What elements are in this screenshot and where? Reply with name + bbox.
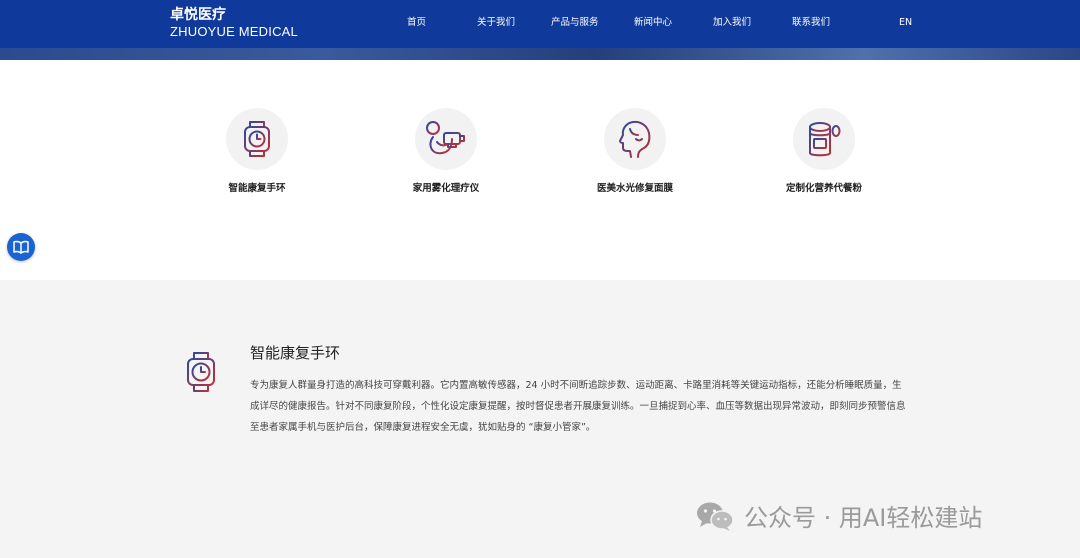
nav-language-en[interactable]: EN — [899, 16, 912, 30]
product-item-nutrition-powder[interactable]: 定制化营养代餐粉 — [754, 108, 894, 194]
watermark-text: 公众号 · 用AI轻松建站 — [744, 504, 983, 532]
nav-join[interactable]: 加入我们 — [713, 16, 751, 30]
product-item-face-mask[interactable]: 医美水光修复面膜 — [565, 108, 705, 194]
header-banner-strip — [0, 48, 1080, 60]
product-item-smart-band[interactable]: 智能康复手环 — [187, 108, 327, 194]
detail-title: 智能康复手环 — [250, 344, 341, 362]
nebulizer-icon — [426, 121, 465, 155]
floating-book-button[interactable] — [7, 233, 35, 261]
product-icon-circle — [415, 108, 477, 170]
logo-chinese: 卓悦医疗 — [170, 7, 226, 23]
product-label: 定制化营养代餐粉 — [785, 183, 862, 194]
face-mask-icon — [619, 120, 651, 158]
nav-home[interactable]: 首页 — [407, 16, 426, 30]
wechat-icon — [697, 502, 734, 531]
nutrition-jar-icon — [809, 122, 841, 157]
nav-bar — [0, 0, 1080, 48]
logo-english: ZHUOYUE MEDICAL — [170, 24, 298, 39]
watch-icon — [187, 352, 215, 392]
product-label: 医美水光修复面膜 — [596, 183, 673, 194]
site-header: 卓悦医疗 ZHUOYUE MEDICAL 首页 关于我们 产品与服务 新闻中心 … — [0, 0, 1080, 60]
product-icon-circle — [793, 108, 855, 170]
site-logo[interactable]: 卓悦医疗 ZHUOYUE MEDICAL — [170, 6, 298, 40]
nav-news[interactable]: 新闻中心 — [634, 16, 672, 30]
product-item-nebulizer[interactable]: 家用雾化理疗仪 — [376, 108, 516, 194]
book-icon — [13, 240, 29, 254]
nav-about[interactable]: 关于我们 — [477, 16, 515, 30]
wechat-watermark: 公众号 · 用AI轻松建站 — [696, 498, 982, 533]
watch-icon — [244, 121, 270, 157]
product-icon-circle — [226, 108, 288, 170]
detail-description: 专为康复人群量身打造的高科技可穿戴利器。它内置高敏传感器，24 小时不间断追踪步… — [250, 380, 906, 433]
product-label: 家用雾化理疗仪 — [412, 183, 480, 194]
nav-contact[interactable]: 联系我们 — [792, 16, 830, 30]
nav-products[interactable]: 产品与服务 — [551, 16, 599, 30]
product-icon-circle — [604, 108, 666, 170]
product-label: 智能康复手环 — [228, 183, 286, 194]
